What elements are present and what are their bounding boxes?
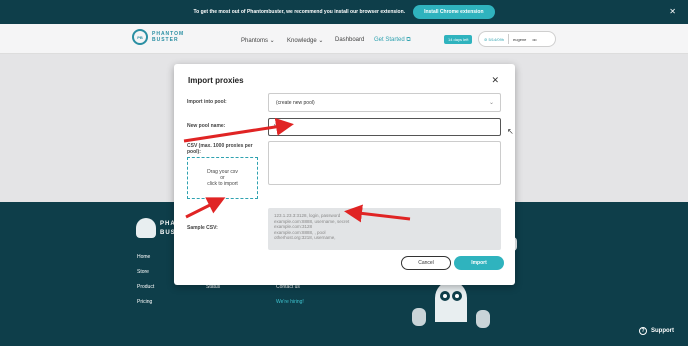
trial-badge[interactable]: 14 days left xyxy=(444,35,473,44)
close-icon[interactable]: ✕ xyxy=(491,75,499,86)
support-label: Support xyxy=(651,328,674,334)
import-into-label: Import into pool: xyxy=(187,99,227,105)
extension-banner: To get the most out of Phantombuster, we… xyxy=(0,0,688,24)
sample-csv-label: Sample CSV: xyxy=(187,225,218,231)
banner-text: To get the most out of Phantombuster, we… xyxy=(193,9,406,15)
banner-close-icon[interactable]: ✕ xyxy=(669,7,676,16)
install-extension-button[interactable]: Install Chrome extension xyxy=(413,5,495,19)
chevron-down-icon: ⌄ xyxy=(488,100,494,106)
modal-title: Import proxies xyxy=(188,76,244,85)
top-navigation: PB PHANTOM BUSTER Phantoms ⌄ Knowledge ⌄… xyxy=(0,24,688,54)
import-into-select[interactable]: (create new pool) ⌄ xyxy=(268,93,501,112)
footer-logo-icon xyxy=(136,218,156,238)
footer-link-pricing[interactable]: Pricing xyxy=(137,299,152,305)
cancel-button[interactable]: Cancel xyxy=(401,256,451,270)
pool-name-label: New pool name: xyxy=(187,123,226,129)
account-username: eugene xyxy=(513,36,527,42)
import-button[interactable]: Import xyxy=(454,256,504,270)
credits-tag: ⊘ 5/14/09h xyxy=(484,36,505,42)
dropzone-line3: click to import xyxy=(207,181,238,187)
ghost-mascot-illustration xyxy=(412,278,490,328)
nav-dashboard[interactable]: Dashboard xyxy=(335,37,364,43)
phantombuster-logo[interactable]: PB PHANTOM BUSTER xyxy=(132,29,184,45)
credits-divider xyxy=(508,34,510,44)
nav-phantoms[interactable]: Phantoms ⌄ xyxy=(241,37,275,44)
import-proxies-modal: Import proxies ✕ Import into pool: (crea… xyxy=(174,64,515,285)
support-button[interactable]: ? Support xyxy=(639,327,674,335)
csv-label: CSV (max. 1000 proxies per pool): xyxy=(187,143,253,155)
csv-dropzone[interactable]: Drag your csv or click to import xyxy=(187,157,258,199)
more-icon[interactable]: ••• xyxy=(532,37,536,42)
question-icon: ? xyxy=(639,327,647,335)
account-pill[interactable]: ⊘ 5/14/09h eugene ••• xyxy=(478,31,556,47)
import-into-value: (create new pool) xyxy=(276,100,315,106)
sample-csv-box: 123.1.23.3:3128, login, password example… xyxy=(268,208,501,250)
csv-textarea[interactable] xyxy=(268,141,501,185)
logo-line2: BUSTER xyxy=(152,37,179,43)
nav-get-started[interactable]: Get Started ⧉ xyxy=(374,37,411,44)
footer-link-store[interactable]: Store xyxy=(137,269,149,275)
mouse-cursor-icon: ↖ xyxy=(507,127,514,136)
footer-link-home[interactable]: Home xyxy=(137,254,150,260)
footer-link-hiring[interactable]: We're hiring! xyxy=(276,299,304,305)
footer-link-product[interactable]: Product xyxy=(137,284,154,290)
nav-knowledge[interactable]: Knowledge ⌄ xyxy=(287,37,323,44)
logo-icon: PB xyxy=(132,29,148,45)
sample-line: otherhost.org:3218, username, xyxy=(274,235,336,240)
pool-name-input[interactable]: list1| xyxy=(268,118,501,136)
